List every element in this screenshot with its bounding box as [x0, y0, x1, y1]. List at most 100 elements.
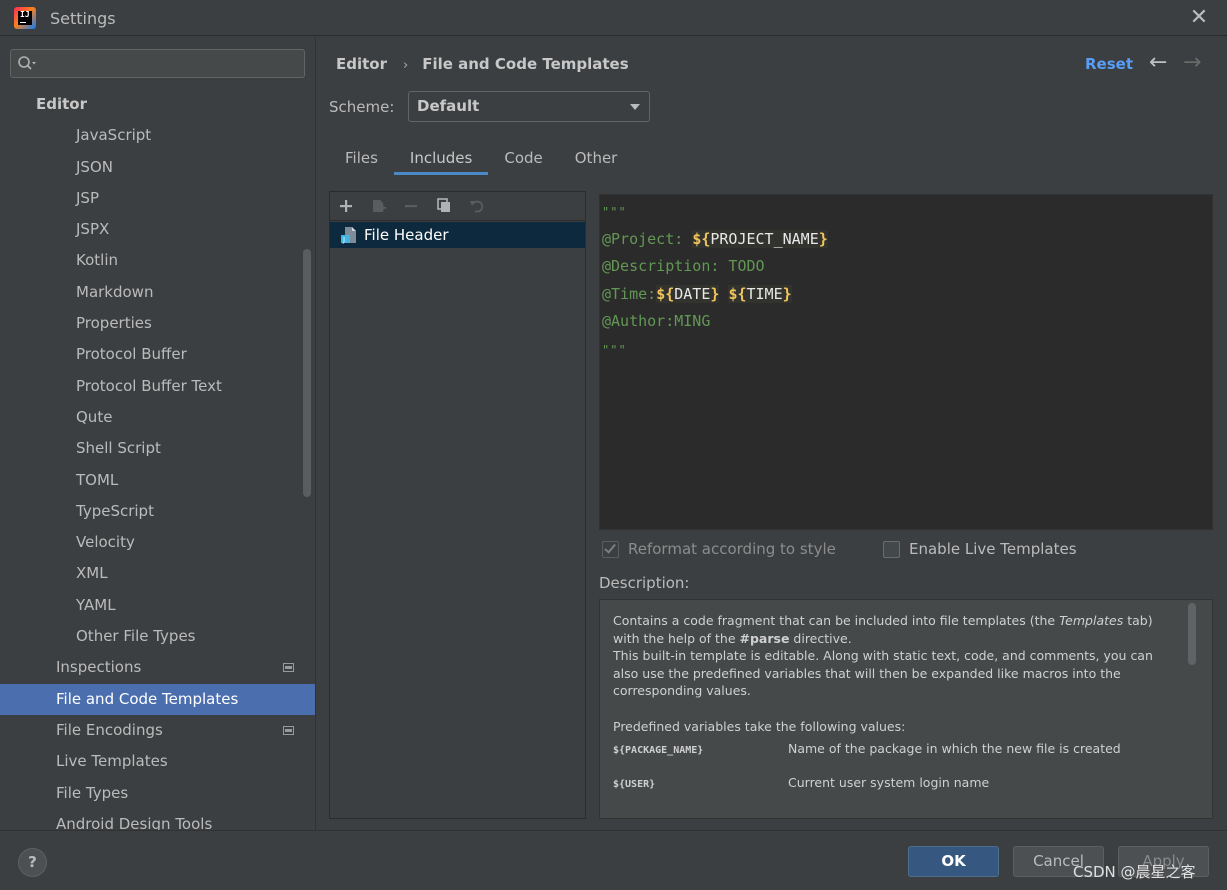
- sidebar-item-javascript[interactable]: JavaScript: [0, 120, 315, 151]
- tab-other[interactable]: Other: [559, 141, 634, 175]
- code-line: @Time:${DATE} ${TIME}: [600, 281, 1212, 309]
- template-options: Reformat according to style Enable Live …: [599, 540, 1213, 562]
- date-variable: DATE: [674, 284, 711, 303]
- dialog-button-bar: ? OK Cancel Apply CSDN @晨星之客: [0, 830, 1227, 890]
- breadcrumb-parent[interactable]: Editor: [336, 55, 387, 73]
- live-templates-checkbox[interactable]: Enable Live Templates: [883, 540, 1077, 558]
- sidebar-item-label: Editor: [36, 95, 87, 113]
- tab-code[interactable]: Code: [488, 141, 558, 175]
- code-line: @Description: TODO: [600, 253, 1212, 281]
- project-scope-icon: [283, 725, 294, 735]
- template-variable: ${TIME}: [728, 284, 792, 303]
- add-icon[interactable]: [335, 195, 357, 217]
- sidebar-item-editor[interactable]: Editor: [0, 89, 315, 120]
- live-templates-label: Enable Live Templates: [909, 540, 1077, 558]
- sidebar-item-other-file-types[interactable]: Other File Types: [0, 621, 315, 652]
- check-icon: [604, 540, 616, 554]
- code-quote-open: """: [602, 205, 627, 219]
- description-paragraph-2: This built-in template is editable. Alon…: [613, 648, 1153, 698]
- description-paragraph-1: Contains a code fragment that can be inc…: [613, 612, 1168, 647]
- help-button[interactable]: ?: [18, 848, 47, 877]
- forward-arrow-icon: →: [1183, 50, 1202, 75]
- template-variable: ${PROJECT_NAME}: [692, 229, 828, 248]
- sidebar-item-markdown[interactable]: Markdown: [0, 277, 315, 308]
- sidebar-item-protocol-buffer[interactable]: Protocol Buffer: [0, 339, 315, 370]
- tab-includes[interactable]: Includes: [393, 141, 489, 175]
- description-scrollbar[interactable]: [1188, 603, 1196, 665]
- window-title: Settings: [50, 9, 116, 28]
- desc-text: directive.: [789, 630, 852, 646]
- sidebar-item-xml[interactable]: XML: [0, 558, 315, 589]
- sidebar-item-label: XML: [76, 564, 108, 583]
- sidebar-item-typescript[interactable]: TypeScript: [0, 496, 315, 527]
- sidebar-item-inspections[interactable]: Inspections: [0, 652, 315, 683]
- search-field[interactable]: [10, 49, 305, 78]
- search-input[interactable]: [43, 53, 298, 74]
- sidebar-item-qute[interactable]: Qute: [0, 402, 315, 433]
- sidebar-item-android-design-tools[interactable]: Android Design Tools: [0, 809, 315, 830]
- sidebar-item-label: Protocol Buffer: [76, 345, 187, 364]
- sidebar-item-yaml[interactable]: YAML: [0, 590, 315, 621]
- undo-icon: [466, 195, 488, 217]
- sidebar-item-protocol-buffer-text[interactable]: Protocol Buffer Text: [0, 371, 315, 402]
- intellij-logo-icon: IJ: [14, 7, 36, 29]
- sidebar-item-file-and-code-templates[interactable]: File and Code Templates: [0, 683, 315, 715]
- sidebar-item-label: JSON: [76, 157, 113, 176]
- sidebar-item-file-types[interactable]: File Types: [0, 778, 315, 809]
- sidebar-item-label: Live Templates: [56, 752, 168, 771]
- chevron-down-icon: [630, 104, 640, 110]
- title-bar: IJ Settings ✕: [0, 0, 1227, 36]
- description-paragraph-3: Predefined variables take the following …: [613, 718, 906, 734]
- back-arrow-icon[interactable]: ←: [1149, 50, 1167, 75]
- sidebar-item-properties[interactable]: Properties: [0, 308, 315, 339]
- sidebar-item-label: JavaScript: [76, 126, 152, 145]
- var-open: ${: [692, 229, 711, 248]
- copy-icon[interactable]: [433, 195, 455, 217]
- sidebar-item-file-encodings[interactable]: File Encodings: [0, 715, 315, 746]
- code-line: @Project: ${PROJECT_NAME}: [600, 226, 1212, 254]
- close-icon[interactable]: ✕: [1187, 6, 1211, 30]
- variable-name: ${USER}: [613, 779, 656, 790]
- sidebar-item-label: YAML: [76, 595, 116, 614]
- sidebar-item-jspx[interactable]: JSPX: [0, 214, 315, 245]
- remove-icon: [400, 195, 422, 217]
- scheme-dropdown[interactable]: Default: [408, 91, 650, 122]
- checkbox-box[interactable]: [883, 540, 900, 558]
- reformat-checkbox: Reformat according to style: [602, 540, 836, 558]
- scheme-value: Default: [417, 97, 480, 115]
- sidebar-item-label: Android Design Tools: [56, 814, 213, 830]
- search-icon: [18, 56, 36, 70]
- sidebar-item-shell-script[interactable]: Shell Script: [0, 433, 315, 464]
- list-item[interactable]: J File Header: [330, 222, 585, 248]
- reset-link[interactable]: Reset: [1085, 55, 1133, 73]
- var-close: }: [782, 284, 792, 303]
- time-variable: TIME: [746, 284, 783, 303]
- description-panel: Contains a code fragment that can be inc…: [599, 599, 1213, 819]
- breadcrumb: Editor › File and Code Templates: [336, 55, 629, 73]
- sidebar-item-toml[interactable]: TOML: [0, 465, 315, 496]
- settings-sidebar: Editor JavaScript JSON JSP JSPX Kotlin Markdow…: [0, 37, 316, 830]
- code-description-line: @Description: TODO: [602, 257, 765, 275]
- sidebar-item-live-templates[interactable]: Live Templates: [0, 746, 315, 777]
- variable-description: Current user system login name: [788, 775, 990, 790]
- sidebar-item-label: Markdown: [76, 282, 154, 301]
- sidebar-item-kotlin[interactable]: Kotlin: [0, 245, 315, 276]
- sidebar-item-label: JSP: [76, 188, 99, 207]
- sidebar-item-jsp[interactable]: JSP: [0, 183, 315, 214]
- variable-name: ${PACKAGE_NAME}: [613, 745, 704, 756]
- code-project-key: @Project:: [602, 229, 693, 248]
- var-open: ${: [656, 284, 675, 303]
- sidebar-item-label: TOML: [76, 470, 119, 489]
- scheme-label: Scheme:: [329, 98, 395, 116]
- template-tabs: Files Includes Code Other: [329, 141, 633, 175]
- sidebar-item-velocity[interactable]: Velocity: [0, 527, 315, 558]
- code-author-line: @Author:MING: [602, 312, 711, 330]
- tab-files[interactable]: Files: [329, 141, 394, 175]
- sidebar-scrollbar[interactable]: [303, 249, 311, 497]
- description-text: Contains a code fragment that can be inc…: [613, 612, 1168, 808]
- template-editor[interactable]: """ @Project: ${PROJECT_NAME} @Descripti…: [599, 194, 1213, 530]
- code-time-key: @Time:: [602, 284, 657, 303]
- watermark: CSDN @晨星之客: [1073, 863, 1196, 881]
- ok-button[interactable]: OK: [908, 846, 999, 877]
- sidebar-item-json[interactable]: JSON: [0, 152, 315, 183]
